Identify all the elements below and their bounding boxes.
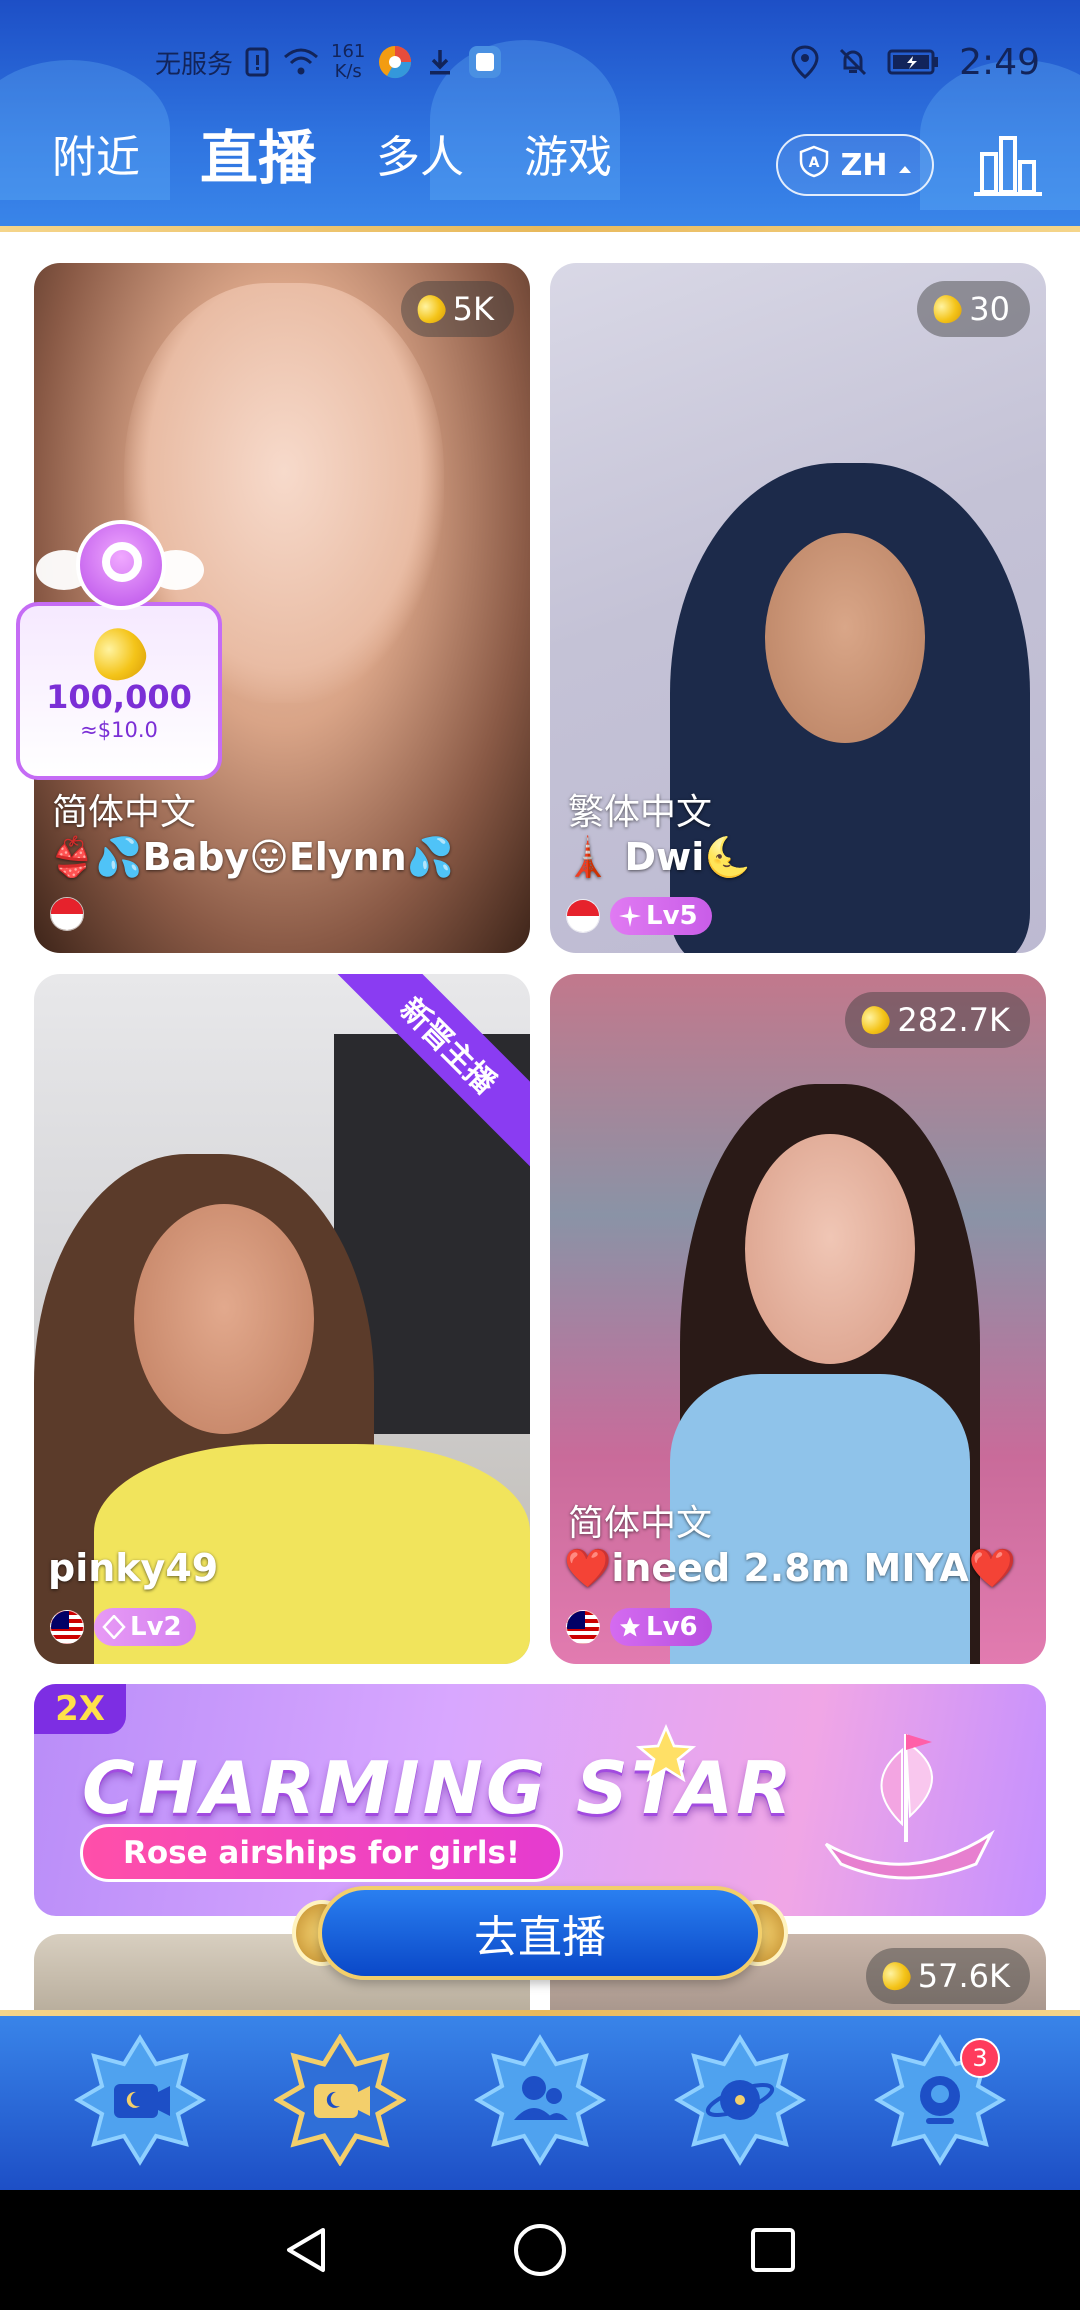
level-text: Lv5	[646, 901, 698, 931]
singapore-flag-icon	[50, 897, 84, 931]
banner-subtitle: Rose airships for girls!	[80, 1824, 564, 1882]
coin-icon	[412, 291, 449, 327]
gift-usd-value: ≈$10.0	[80, 718, 158, 742]
clock: 2:49	[959, 41, 1040, 83]
streamer-name: 👙💦Baby😛Elynn💦	[48, 835, 454, 879]
stream-language: 繁体中文	[568, 792, 713, 833]
top-tabs: 附近 直播 多人 游戏	[52, 129, 672, 187]
recents-icon[interactable]	[743, 2220, 803, 2280]
nav-live-active[interactable]	[274, 2034, 406, 2166]
mascot-icon	[76, 520, 166, 610]
viewer-coin-badge: 30	[917, 281, 1030, 337]
coin-icon	[929, 291, 966, 327]
streamer-meta	[50, 897, 84, 931]
diamond-icon	[102, 1614, 126, 1640]
app-root: 无服务 161 K/s 2:49 附近 直播 多人 游戏 A ZH 5K 简体中…	[0, 0, 1080, 2310]
battery-icon	[887, 48, 941, 76]
coin-count: 57.6K	[917, 1957, 1010, 1995]
streamer-face	[765, 533, 925, 743]
back-icon[interactable]	[277, 2220, 337, 2280]
nav-explore[interactable]	[674, 2034, 806, 2166]
status-bar-right: 2:49	[791, 34, 1040, 90]
planet-icon	[674, 2034, 806, 2166]
download-icon	[425, 47, 455, 77]
level-text: Lv6	[646, 1612, 698, 1642]
users-icon	[474, 2034, 606, 2166]
tab-games[interactable]: 游戏	[524, 130, 612, 186]
svg-text:A: A	[808, 155, 819, 171]
live-camera-active-icon	[274, 2034, 406, 2166]
stream-card[interactable]: 30 繁体中文 🗼 Dwi🌜 Lv5	[550, 263, 1046, 953]
sparkle-icon	[618, 904, 642, 928]
viewer-coin-badge: 57.6K	[865, 1948, 1030, 2004]
level-text: Lv2	[130, 1612, 182, 1642]
ranking-icon[interactable]	[972, 132, 1044, 198]
tab-live[interactable]: 直播	[200, 129, 316, 187]
notification-badge: 3	[960, 2038, 1000, 2078]
malaysia-flag-icon	[50, 1610, 84, 1644]
stream-card[interactable]: 新晋主播 pinky49 Lv2	[34, 974, 530, 1664]
caret-up-icon	[897, 148, 913, 183]
sim-alert-icon	[245, 47, 271, 77]
bottom-navigation: 3	[0, 2010, 1080, 2190]
net-speed-unit: K/s	[334, 61, 362, 82]
streamer-name: ❤️ineed 2.8m MIYA❤️	[564, 1546, 1017, 1590]
star-icon	[618, 1615, 642, 1639]
viewer-coin-badge: 282.7K	[845, 992, 1030, 1048]
streamer-name: pinky49	[48, 1546, 219, 1590]
status-bar-left: 无服务 161 K/s	[155, 34, 503, 90]
stream-language: 简体中文	[568, 1503, 713, 1544]
streamer-name: 🗼 Dwi🌜	[564, 835, 752, 879]
stream-card[interactable]: 282.7K 简体中文 ❤️ineed 2.8m MIYA❤️ Lv6	[550, 974, 1046, 1664]
malaysia-flag-icon	[566, 1610, 600, 1644]
coin-count: 30	[969, 290, 1010, 328]
live-camera-icon	[74, 2034, 206, 2166]
indonesia-flag-icon	[566, 899, 600, 933]
coin-icon	[857, 1002, 894, 1038]
mute-bell-icon	[837, 46, 869, 78]
home-icon[interactable]	[510, 2220, 570, 2280]
location-icon	[791, 45, 819, 79]
streamer-top	[670, 1374, 970, 1664]
streamer-meta: Lv5	[566, 897, 712, 935]
coin-count: 5K	[452, 290, 494, 328]
language-selector[interactable]: A ZH	[776, 134, 934, 196]
app-notification-icon	[467, 44, 503, 80]
nav-profile[interactable]: 3	[874, 2034, 1006, 2166]
banner-multiplier-tag: 2X	[34, 1684, 126, 1734]
level-badge: Lv5	[610, 897, 712, 935]
level-badge: Lv6	[610, 1608, 712, 1646]
level-badge: Lv2	[94, 1608, 196, 1646]
streamer-face	[134, 1204, 314, 1434]
streamer-face	[745, 1134, 915, 1364]
star-decoration-icon	[634, 1722, 698, 1790]
streamer-meta: Lv2	[50, 1608, 196, 1646]
translate-icon: A	[797, 144, 831, 186]
top-header: 无服务 161 K/s 2:49 附近 直播 多人 游戏 A ZH	[0, 0, 1080, 232]
gift-reward-popup[interactable]: 100,000 ≈$10.0	[16, 520, 224, 782]
gift-amount: 100,000	[46, 678, 192, 716]
coin-count: 282.7K	[897, 1001, 1010, 1039]
wifi-icon	[283, 47, 319, 77]
stream-language: 简体中文	[52, 792, 197, 833]
browser-app-icon	[377, 44, 413, 80]
coin-icon	[877, 1958, 914, 1994]
net-speed: 161 K/s	[331, 42, 365, 82]
language-code: ZH	[840, 147, 888, 183]
tab-multi[interactable]: 多人	[376, 130, 464, 186]
go-live-button[interactable]: 去直播	[318, 1886, 762, 1980]
go-live-button-wrapper: 去直播	[292, 1876, 788, 1990]
nav-users[interactable]	[474, 2034, 606, 2166]
streamer-meta: Lv6	[566, 1608, 712, 1646]
viewer-coin-badge: 5K	[400, 281, 514, 337]
nav-live-camera[interactable]	[74, 2034, 206, 2166]
system-navigation-bar	[0, 2190, 1080, 2310]
airship-icon	[806, 1724, 1006, 1894]
no-service-text: 无服务	[155, 49, 234, 80]
tab-nearby[interactable]: 附近	[52, 130, 140, 186]
net-speed-value: 161	[331, 41, 366, 62]
gift-box: 100,000 ≈$10.0	[16, 602, 222, 780]
